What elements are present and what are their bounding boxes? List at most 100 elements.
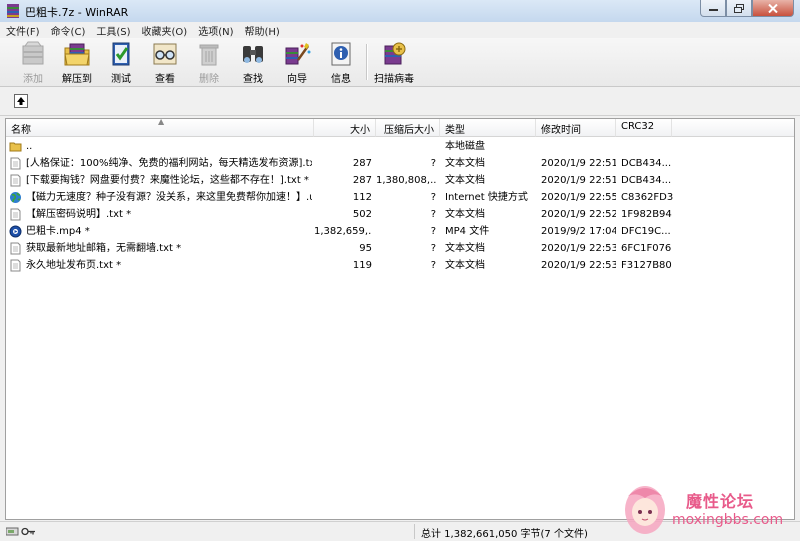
file-type: 文本文档: [445, 175, 485, 186]
file-name: ..: [26, 141, 33, 152]
file-modified: 2020/1/9 22:51: [541, 158, 616, 169]
menu-favorites[interactable]: 收藏夹(O): [136, 22, 193, 38]
find-button[interactable]: 查找: [232, 40, 274, 85]
toolbar-separator: [366, 44, 368, 80]
column-header-modified[interactable]: 修改时间: [536, 119, 616, 137]
test-button[interactable]: 测试: [100, 40, 142, 85]
file-packed: ?: [430, 209, 436, 220]
globe-icon: [10, 192, 21, 203]
file-name: 【磁力无速度？种子没有源？没关系，来这里免费帮你加速！】.u...: [26, 192, 312, 203]
status-summary: 总计 1,382,661,050 字节(7 个文件): [421, 529, 588, 540]
file-name: 获取最新地址邮箱，无需翻墙.txt *: [26, 243, 182, 254]
watermark-title: 魔性论坛: [686, 492, 755, 511]
up-folder-button[interactable]: [14, 94, 28, 108]
toolbar: 添加 解压到 测试 查看 删除 查找 向导 信息 扫描病毒: [0, 38, 800, 87]
status-divider: [414, 524, 415, 539]
restore-icon: [734, 3, 744, 13]
table-row[interactable]: [人格保证：100%纯净、免费的福利网站，每天精选发布资源].txt * 287…: [6, 155, 796, 172]
delete-button[interactable]: 删除: [188, 40, 230, 85]
view-glasses-icon: [153, 43, 177, 65]
menu-options[interactable]: 选项(N): [192, 22, 238, 38]
file-type: 文本文档: [445, 158, 485, 169]
file-size: 287: [352, 158, 372, 169]
file-packed: ?: [430, 192, 436, 203]
file-type: 文本文档: [445, 260, 485, 271]
view-label: 查看: [155, 74, 175, 85]
table-row[interactable]: 巴粗卡.mp4 * 1,382,659,... ? MP4 文件 2019/9/…: [6, 223, 796, 240]
scan-virus-label: 扫描病毒: [374, 74, 414, 85]
table-row[interactable]: .. 本地磁盘: [6, 138, 796, 155]
column-header-type[interactable]: 类型: [440, 119, 536, 137]
text-file-icon: [10, 157, 21, 170]
watermark-url: moxingbbs.com: [672, 512, 784, 528]
file-size: 112: [352, 192, 372, 203]
file-packed: 1,380,808,...: [376, 175, 436, 186]
file-size: 1,382,659,...: [314, 226, 372, 237]
wizard-icon: [285, 43, 311, 65]
column-header-packed[interactable]: 压缩后大小: [376, 119, 440, 137]
table-row[interactable]: 【解压密码说明】.txt * 502 ? 文本文档 2020/1/9 22:52…: [6, 206, 796, 223]
column-header-name[interactable]: 名称 ▲: [6, 117, 314, 137]
add-button[interactable]: 添加: [12, 40, 54, 85]
text-file-icon: [10, 259, 21, 272]
menu-bar: 文件(F) 命令(C) 工具(S) 收藏夹(O) 选项(N) 帮助(H): [0, 22, 800, 38]
file-modified: 2020/1/9 22:51: [541, 175, 616, 186]
minimize-icon: [708, 9, 718, 11]
menu-tools[interactable]: 工具(S): [90, 22, 135, 38]
text-file-icon: [10, 242, 21, 255]
table-row[interactable]: [下载要掏钱？网盘要付费？来魔性论坛，这些都不存在！].txt * 287 1,…: [6, 172, 796, 189]
maximize-button[interactable]: [726, 0, 752, 17]
find-label: 查找: [243, 74, 263, 85]
menu-file[interactable]: 文件(F): [0, 22, 45, 38]
table-row[interactable]: 永久地址发布页.txt * 119 ? 文本文档 2020/1/9 22:53 …: [6, 257, 796, 274]
table-row[interactable]: 【磁力无速度？种子没有源？没关系，来这里免费帮你加速！】.u... 112 ? …: [6, 189, 796, 206]
file-size: 502: [352, 209, 372, 220]
close-icon: [768, 3, 778, 13]
file-name: 【解压密码说明】.txt *: [26, 209, 132, 220]
file-modified: 2019/9/2 17:04: [541, 226, 616, 237]
file-name: 永久地址发布页.txt *: [26, 260, 122, 271]
file-crc: F3127B80: [621, 260, 672, 271]
file-crc: DFC19C...: [621, 226, 671, 237]
file-size: 119: [352, 260, 372, 271]
file-packed: ?: [430, 260, 436, 271]
scan-virus-button[interactable]: 扫描病毒: [372, 40, 416, 85]
test-archive-icon: [112, 42, 130, 66]
up-arrow-icon: [17, 97, 25, 105]
media-file-icon: [9, 225, 22, 238]
sort-arrow-icon: ▲: [158, 117, 165, 126]
file-modified: 2020/1/9 22:52: [541, 209, 616, 220]
window-title: 巴粗卡.7z - WinRAR: [25, 6, 129, 19]
minimize-button[interactable]: [700, 0, 726, 17]
info-icon: [331, 42, 351, 66]
file-crc: C8362FD3: [621, 192, 674, 203]
add-archive-icon: [22, 41, 44, 65]
address-bar: [0, 87, 800, 116]
extract-to-button[interactable]: 解压到: [56, 40, 98, 85]
info-button[interactable]: 信息: [320, 40, 362, 85]
file-size: 287: [352, 175, 372, 186]
virus-scan-icon: [384, 42, 406, 65]
column-header-size[interactable]: 大小: [314, 119, 376, 137]
file-size: 95: [359, 243, 372, 254]
window-controls: [700, 0, 794, 18]
text-file-icon: [10, 208, 21, 221]
close-button[interactable]: [752, 0, 794, 17]
file-type: 文本文档: [445, 243, 485, 254]
title-bar[interactable]: 巴粗卡.7z - WinRAR: [0, 0, 800, 23]
table-row[interactable]: 获取最新地址邮箱，无需翻墙.txt * 95 ? 文本文档 2020/1/9 2…: [6, 240, 796, 257]
delete-icon: [199, 44, 219, 66]
file-type: 本地磁盘: [445, 141, 485, 152]
menu-commands[interactable]: 命令(C): [45, 22, 91, 38]
file-modified: [541, 138, 616, 155]
column-name-label: 名称: [11, 125, 31, 136]
file-packed: ?: [430, 226, 436, 237]
folder-up-icon: [9, 142, 22, 152]
menu-help[interactable]: 帮助(H): [239, 22, 285, 38]
file-size: [314, 138, 372, 155]
wizard-button[interactable]: 向导: [276, 40, 318, 85]
file-crc: 1F982B94: [621, 209, 672, 220]
view-button[interactable]: 查看: [144, 40, 186, 85]
file-packed: ?: [430, 243, 436, 254]
column-header-crc32[interactable]: CRC32: [616, 119, 672, 137]
